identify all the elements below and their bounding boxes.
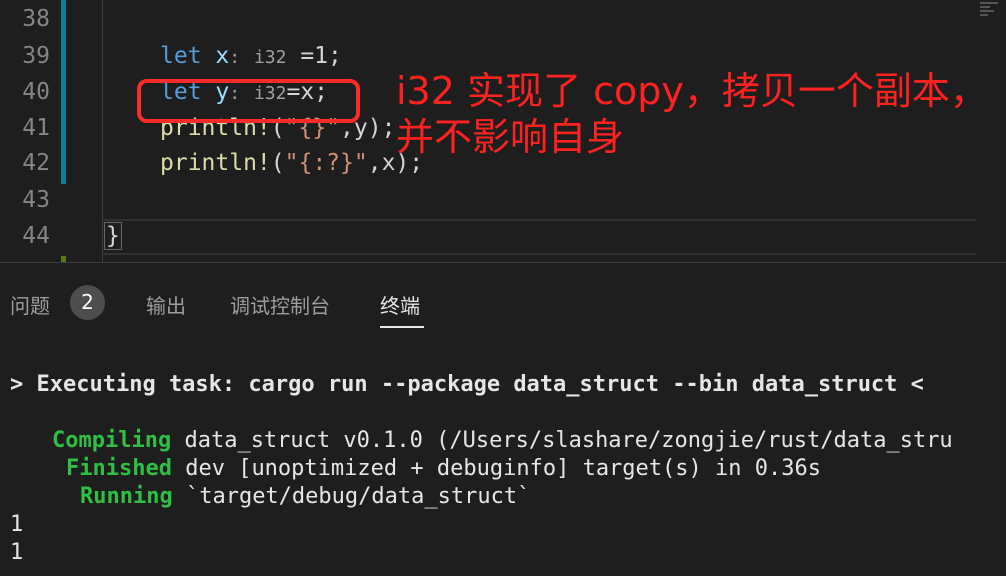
macro: println! — [160, 150, 271, 176]
minimap-line — [980, 6, 990, 8]
code-rest: =1; — [286, 43, 342, 69]
terminal-running-line: Running `target/debug/data_struct` — [80, 484, 530, 509]
paren: ( — [270, 150, 285, 176]
running-text: `target/debug/data_struct` — [172, 484, 531, 509]
annotation-text: i32 实现了 copy，拷贝一个副本，并不影响自身 — [396, 69, 988, 159]
variable: x — [215, 43, 230, 69]
git-modified-indicator[interactable] — [61, 0, 66, 184]
keyword: let — [160, 43, 202, 69]
code-editor[interactable]: 38 39 40 41 42 43 44 let x: i32 =1; let … — [0, 0, 1006, 262]
line-number: 38 — [22, 6, 50, 32]
tab-terminal[interactable]: 终端 — [380, 290, 420, 319]
code-line-42[interactable]: println!("{:?}",x); — [160, 150, 423, 176]
code-line-39[interactable]: let x: i32 =1; — [160, 43, 342, 69]
terminal-finished-line: Finished dev [unoptimized + debuginfo] t… — [66, 456, 821, 481]
minimap-line — [980, 14, 988, 16]
line-number: 43 — [22, 187, 50, 213]
compiling-text: data_struct v0.1.0 (/Users/slashare/zong… — [171, 428, 953, 453]
line-number: 42 — [22, 150, 50, 176]
line-number: 44 — [22, 223, 50, 249]
panel-tabs: 问题 2 输出 调试控制台 终端 — [0, 263, 1006, 339]
line-number: 40 — [22, 79, 50, 105]
tab-debug-console[interactable]: 调试控制台 — [230, 290, 330, 319]
minimap-line — [980, 10, 994, 12]
minimap[interactable] — [976, 0, 1006, 36]
type-hint: i32 — [253, 47, 287, 68]
terminal-task-line: > Executing task: cargo run --package da… — [10, 372, 924, 397]
running-label: Running — [80, 484, 173, 509]
line-number: 39 — [22, 43, 50, 69]
terminal-output-line: 1 — [10, 540, 24, 565]
closing-brace[interactable]: } — [104, 222, 122, 250]
string-literal: "{:?}" — [284, 150, 368, 176]
annotation-highlight-box — [137, 79, 360, 123]
finished-text: dev [unoptimized + debuginfo] target(s) … — [171, 456, 821, 481]
colon: : — [229, 47, 241, 68]
terminal-output-line: 1 — [10, 512, 24, 537]
tab-problems[interactable]: 问题 — [10, 290, 50, 319]
current-line-highlight — [102, 219, 976, 255]
compiling-label: Compiling — [52, 428, 172, 453]
problems-count-badge: 2 — [70, 285, 105, 320]
terminal-compiling-line: Compiling data_struct v0.1.0 (/Users/sla… — [52, 428, 953, 453]
line-number: 41 — [22, 115, 50, 141]
tab-output[interactable]: 输出 — [146, 290, 186, 319]
minimap-line — [980, 2, 998, 4]
finished-label: Finished — [66, 456, 172, 481]
active-tab-indicator — [380, 326, 424, 328]
